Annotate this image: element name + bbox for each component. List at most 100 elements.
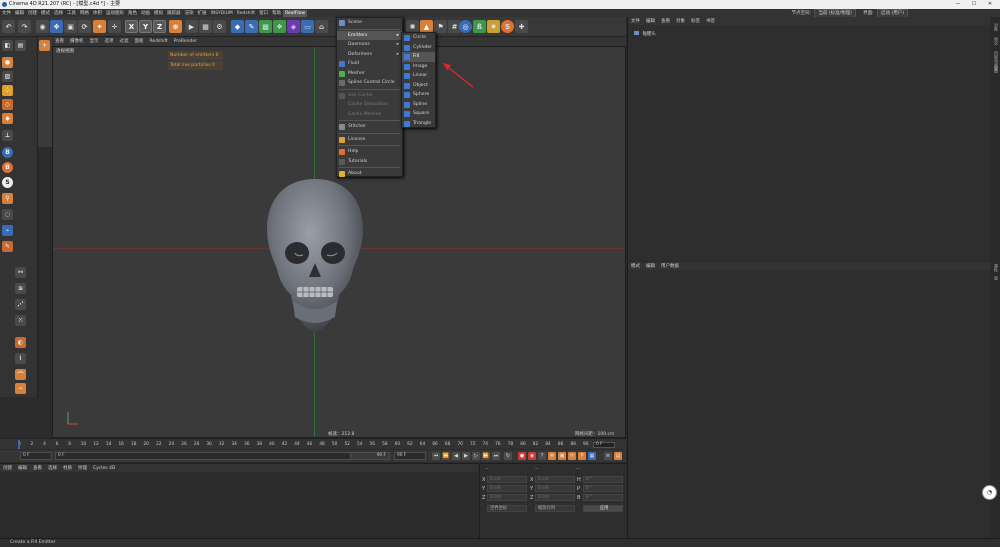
realflow-menu-item[interactable]: Daemons ▸ xyxy=(337,40,402,50)
panel-menu-item[interactable]: 创建 xyxy=(0,465,15,473)
size-mode-dropdown[interactable]: 缩放比例 xyxy=(535,505,575,512)
panel-menu-item[interactable]: Cycles 4D xyxy=(90,465,118,473)
panel-menu-item[interactable]: 材质 xyxy=(60,465,75,473)
camera-icon[interactable]: ⌂ xyxy=(315,20,328,33)
emitter-cylinder-item[interactable]: Cylinder xyxy=(402,43,435,53)
vertical-tab[interactable]: 场次 xyxy=(991,37,999,45)
paint-icon[interactable]: ✎ xyxy=(2,241,13,252)
viewport-menu-item[interactable]: 显示 xyxy=(87,37,102,46)
goto-end-icon[interactable]: ⏭ xyxy=(492,452,500,460)
render-settings-icon[interactable]: ⚙ xyxy=(213,20,226,33)
maximize-button[interactable]: ☐ xyxy=(967,0,981,9)
tweak-mode-icon[interactable]: B xyxy=(2,147,13,158)
coord-x-field[interactable]: 0 cm xyxy=(487,476,527,483)
size-y-field[interactable]: 0 cm xyxy=(535,485,575,492)
vertical-tab[interactable]: 属性 xyxy=(991,264,999,272)
panel-menu-item[interactable]: 纹理 xyxy=(75,465,90,473)
s-plugin-icon[interactable]: S xyxy=(501,20,514,33)
add-tool-icon[interactable]: ✛ xyxy=(108,20,121,33)
range-end-field[interactable]: 90 F xyxy=(350,452,390,460)
loop-icon[interactable]: ↻ xyxy=(504,452,512,460)
y-axis-button[interactable]: Y xyxy=(139,20,152,33)
start-frame-field[interactable]: 0 F xyxy=(20,452,52,460)
x-axis-button[interactable]: X xyxy=(125,20,138,33)
size-x-field[interactable]: 0 cm xyxy=(535,476,575,483)
realflow-menu-item[interactable]: Tutorials xyxy=(337,157,402,167)
next-key-icon[interactable]: ⏩ xyxy=(482,452,490,460)
recent-tools-icon[interactable]: ✦ xyxy=(93,20,106,33)
subdivision-icon[interactable]: ▩ xyxy=(259,20,272,33)
brush-grab-icon[interactable]: ⚯ xyxy=(15,267,26,278)
emitter-square-item[interactable]: Square xyxy=(402,109,435,119)
viewport-menu-item[interactable]: Redshift xyxy=(147,37,171,46)
z-axis-button[interactable]: Z xyxy=(153,20,166,33)
panel-menu-item[interactable]: 查看 xyxy=(658,18,673,26)
end-frame-field[interactable]: 90 F xyxy=(394,452,426,460)
panel-menu-item[interactable]: 查看 xyxy=(30,465,45,473)
playhead[interactable] xyxy=(18,440,20,449)
prev-key-icon[interactable]: ⏪ xyxy=(442,452,450,460)
pen-spline-icon[interactable]: ✎ xyxy=(245,20,258,33)
rot-p-field[interactable]: 0 ° xyxy=(583,485,623,492)
fcurve-icon[interactable]: ≡ xyxy=(604,452,612,460)
panel-menu-item[interactable]: 编辑 xyxy=(15,465,30,473)
emitter-sphere-item[interactable]: Sphere xyxy=(402,90,435,100)
deformer-icon[interactable]: ◈ xyxy=(287,20,300,33)
make-editable-icon[interactable]: ◧ xyxy=(2,40,13,51)
key-scale-icon[interactable]: ▣ xyxy=(558,452,566,460)
panel-menu-item[interactable]: 文件 xyxy=(628,18,643,26)
viewport-menu-item[interactable]: 面板 xyxy=(132,37,147,46)
texture-mode-icon[interactable]: ● xyxy=(2,57,13,68)
realflow-menu-item[interactable]: Help xyxy=(337,147,402,157)
emitter-object-item[interactable]: Object xyxy=(402,81,435,91)
spline-bezier-icon[interactable]: ∽ xyxy=(15,383,26,394)
magnet-icon[interactable]: ⚲ xyxy=(2,193,13,204)
coord-y-field[interactable]: 0 cm xyxy=(487,485,527,492)
knife-tool-icon[interactable]: ⌁ xyxy=(2,225,13,236)
brush-pinch-icon[interactable]: ⋰ xyxy=(15,299,26,310)
realflow-menu-item[interactable]: Deformers ▸ xyxy=(337,50,402,60)
timeline[interactable]: 0246810121416182022242628303234363840424… xyxy=(0,438,626,449)
rot-b-field[interactable]: 0 ° xyxy=(583,494,623,501)
skull-model[interactable] xyxy=(263,177,368,337)
redshift-icon[interactable]: ß xyxy=(473,20,486,33)
coordinate-system-icon[interactable]: ⊕ xyxy=(169,20,182,33)
vertical-tab[interactable]: 层 xyxy=(991,276,999,280)
soft-selection-icon[interactable]: ◌ xyxy=(2,209,13,220)
emitter-triangle-item[interactable]: Triangle xyxy=(402,119,435,129)
realflow-menu-item[interactable]: Stitcher xyxy=(337,122,402,132)
scale-tool-icon[interactable]: ▣ xyxy=(64,20,77,33)
realflow-menu-item[interactable]: Scene xyxy=(337,18,402,28)
add-icon[interactable]: + xyxy=(39,40,50,51)
key-pla-icon[interactable]: ▦ xyxy=(588,452,596,460)
realflow-menu-item[interactable]: Spline Control Circle xyxy=(337,78,402,88)
keyframe-selection-icon[interactable]: ? xyxy=(538,452,546,460)
prev-frame-icon[interactable]: ◀ xyxy=(452,452,460,460)
polygons-mode-icon[interactable]: ◆ xyxy=(2,113,13,124)
brush-inflate-icon[interactable]: ⁙ xyxy=(15,315,26,326)
spline-pen-icon[interactable]: ⌇ xyxy=(15,353,26,364)
panel-menu-item[interactable]: 标签 xyxy=(688,18,703,26)
edges-mode-icon[interactable]: ◇ xyxy=(2,99,13,110)
timeline-window-icon[interactable]: ▤ xyxy=(614,452,622,460)
close-button[interactable]: ✕ xyxy=(983,0,997,9)
goto-start-icon[interactable]: ⏮ xyxy=(432,452,440,460)
next-frame-icon[interactable]: ▷ xyxy=(472,452,480,460)
panel-menu-item[interactable]: 编辑 xyxy=(643,18,658,26)
realflow-menu-item[interactable]: Emitters ▸ xyxy=(337,30,402,40)
panel-menu-item[interactable]: 编辑 xyxy=(643,263,658,271)
autokey-icon[interactable]: ◉ xyxy=(528,452,536,460)
panel-menu-item[interactable]: 用户数据 xyxy=(658,263,682,271)
emitter-linear-item[interactable]: Linear xyxy=(402,71,435,81)
rot-h-field[interactable]: 0 ° xyxy=(583,476,623,483)
live-selection-icon[interactable]: ◉ xyxy=(36,20,49,33)
model-mode-icon[interactable]: ▤ xyxy=(15,40,26,51)
workplane-icon[interactable]: ▧ xyxy=(2,71,13,82)
timeline-ruler[interactable]: 0246810121416182022242628303234363840424… xyxy=(18,440,588,449)
cube-primitive-icon[interactable]: ◆ xyxy=(231,20,244,33)
apply-button[interactable]: 应用 xyxy=(583,505,623,512)
minimize-button[interactable]: — xyxy=(951,0,965,9)
undo-icon[interactable]: ↶ xyxy=(2,20,15,33)
axis-mode-icon[interactable]: ⊥ xyxy=(2,130,13,141)
object-row-skull[interactable]: 骷髅头 xyxy=(634,31,656,37)
